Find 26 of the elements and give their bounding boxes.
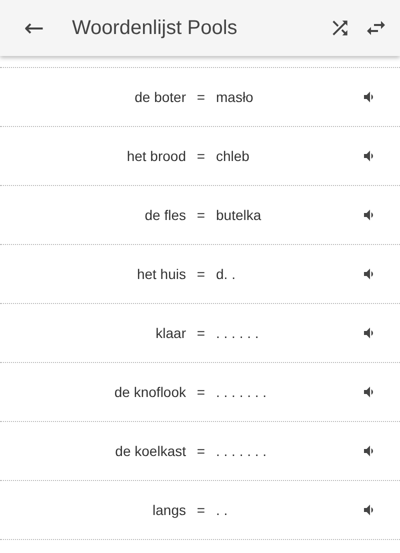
- polish-word: butelka: [216, 207, 262, 223]
- polish-word: chleb: [216, 148, 250, 164]
- equals-sign: =: [196, 89, 206, 105]
- equals-sign: =: [196, 148, 206, 164]
- equals-sign: =: [196, 443, 206, 459]
- equals-sign: =: [196, 502, 206, 518]
- dutch-word: het huis: [136, 266, 186, 282]
- dutch-word: langs: [152, 502, 186, 518]
- dutch-word: de koelkast: [114, 443, 186, 459]
- dutch-word: het brood: [126, 148, 186, 164]
- equals-sign: =: [196, 207, 206, 223]
- polish-word: masło: [216, 89, 254, 105]
- equals-sign: =: [196, 384, 206, 400]
- polish-word: . . . . . . .: [216, 443, 267, 459]
- polish-word: d. .: [216, 266, 236, 282]
- equals-sign: =: [196, 325, 206, 341]
- dutch-word: de boter: [134, 89, 186, 105]
- polish-word: . . . . . . .: [216, 384, 267, 400]
- back-button[interactable]: ←: [0, 0, 64, 56]
- polish-word: . . . . . .: [216, 325, 259, 341]
- dutch-word: de knoflook: [113, 384, 186, 400]
- polish-word: . .: [216, 502, 228, 518]
- app-title: Woordenlijst Pools: [72, 16, 238, 40]
- dutch-word: de fles: [144, 207, 186, 223]
- dutch-word: klaar: [154, 325, 186, 341]
- equals-sign: =: [196, 266, 206, 282]
